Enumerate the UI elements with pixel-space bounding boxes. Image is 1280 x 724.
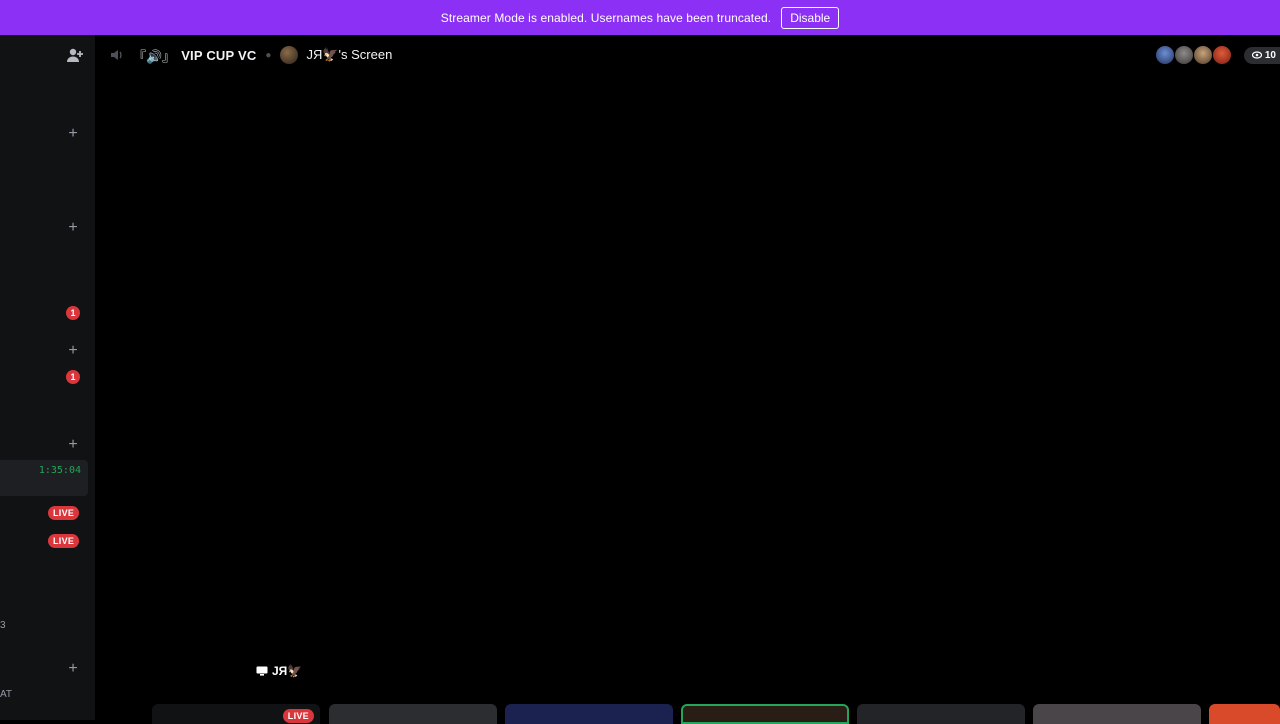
truncated-channel-label: AT (0, 689, 13, 700)
truncated-edge-mark: 3 (0, 620, 6, 631)
mention-badge: 1 (66, 370, 80, 384)
streamer-avatar (280, 46, 299, 64)
participant-tile[interactable]: LIVE (152, 704, 320, 724)
viewer-avatar (1211, 45, 1232, 65)
participant-tile[interactable] (505, 704, 673, 724)
add-channel-plus-icon[interactable]: + (66, 661, 80, 677)
add-channel-plus-icon[interactable]: + (66, 437, 80, 453)
viewer-count-pill: 10 (1243, 46, 1280, 64)
eye-icon (1251, 51, 1262, 59)
channel-sidebar: + + 1 + 1 + 1:35:04 LIVE LIVE 3 + AT (0, 35, 95, 720)
participant-tile[interactable] (857, 704, 1025, 724)
voice-channel-row[interactable]: 1:35:04 (0, 460, 88, 496)
screen-suffix: 's Screen (338, 47, 393, 62)
viewer-avatar (1173, 45, 1194, 65)
viewer-count: 10 (1264, 49, 1276, 61)
channel-title[interactable]: 『🔊』 VIP CUP VC (133, 46, 256, 65)
participant-tile-speaking[interactable] (681, 704, 849, 724)
add-channel-plus-icon[interactable]: + (66, 126, 80, 142)
mention-badge: 1 (66, 306, 80, 320)
disable-streamer-mode-button[interactable]: Disable (781, 6, 840, 29)
streamer-mode-banner: Streamer Mode is enabled. Usernames have… (0, 0, 1280, 35)
channel-name: VIP CUP VC (181, 47, 257, 63)
participant-tile[interactable] (329, 704, 497, 724)
participant-tile[interactable] (1033, 704, 1201, 724)
live-badge: LIVE (48, 506, 80, 520)
live-badge: LIVE (48, 534, 80, 548)
viewer-avatar (1154, 45, 1175, 65)
live-badge: LIVE (282, 709, 314, 723)
add-channel-plus-icon[interactable]: + (66, 220, 80, 236)
participant-tile[interactable] (1209, 704, 1280, 724)
channel-prefix: 『🔊』 (133, 48, 176, 64)
stream-owner-name: JЯ🦅 (272, 664, 303, 678)
viewer-cluster[interactable]: 10 (1154, 45, 1280, 65)
screen-share-icon (256, 666, 268, 676)
stream-owner-label: JЯ🦅 (256, 664, 302, 678)
stream-header: 『🔊』 VIP CUP VC ● JЯ🦅's Screen (95, 35, 1280, 75)
separator-dot: ● (265, 49, 272, 61)
voice-timer: 1:35:04 (38, 465, 81, 476)
screen-owner: JЯ🦅 (306, 47, 339, 62)
add-friend-icon[interactable] (66, 47, 84, 63)
voice-speaker-icon (109, 47, 125, 63)
banner-text: Streamer Mode is enabled. Usernames have… (440, 10, 772, 25)
screen-title: JЯ🦅's Screen (306, 47, 392, 63)
viewer-avatar (1192, 45, 1213, 65)
add-channel-plus-icon[interactable]: + (66, 343, 80, 359)
